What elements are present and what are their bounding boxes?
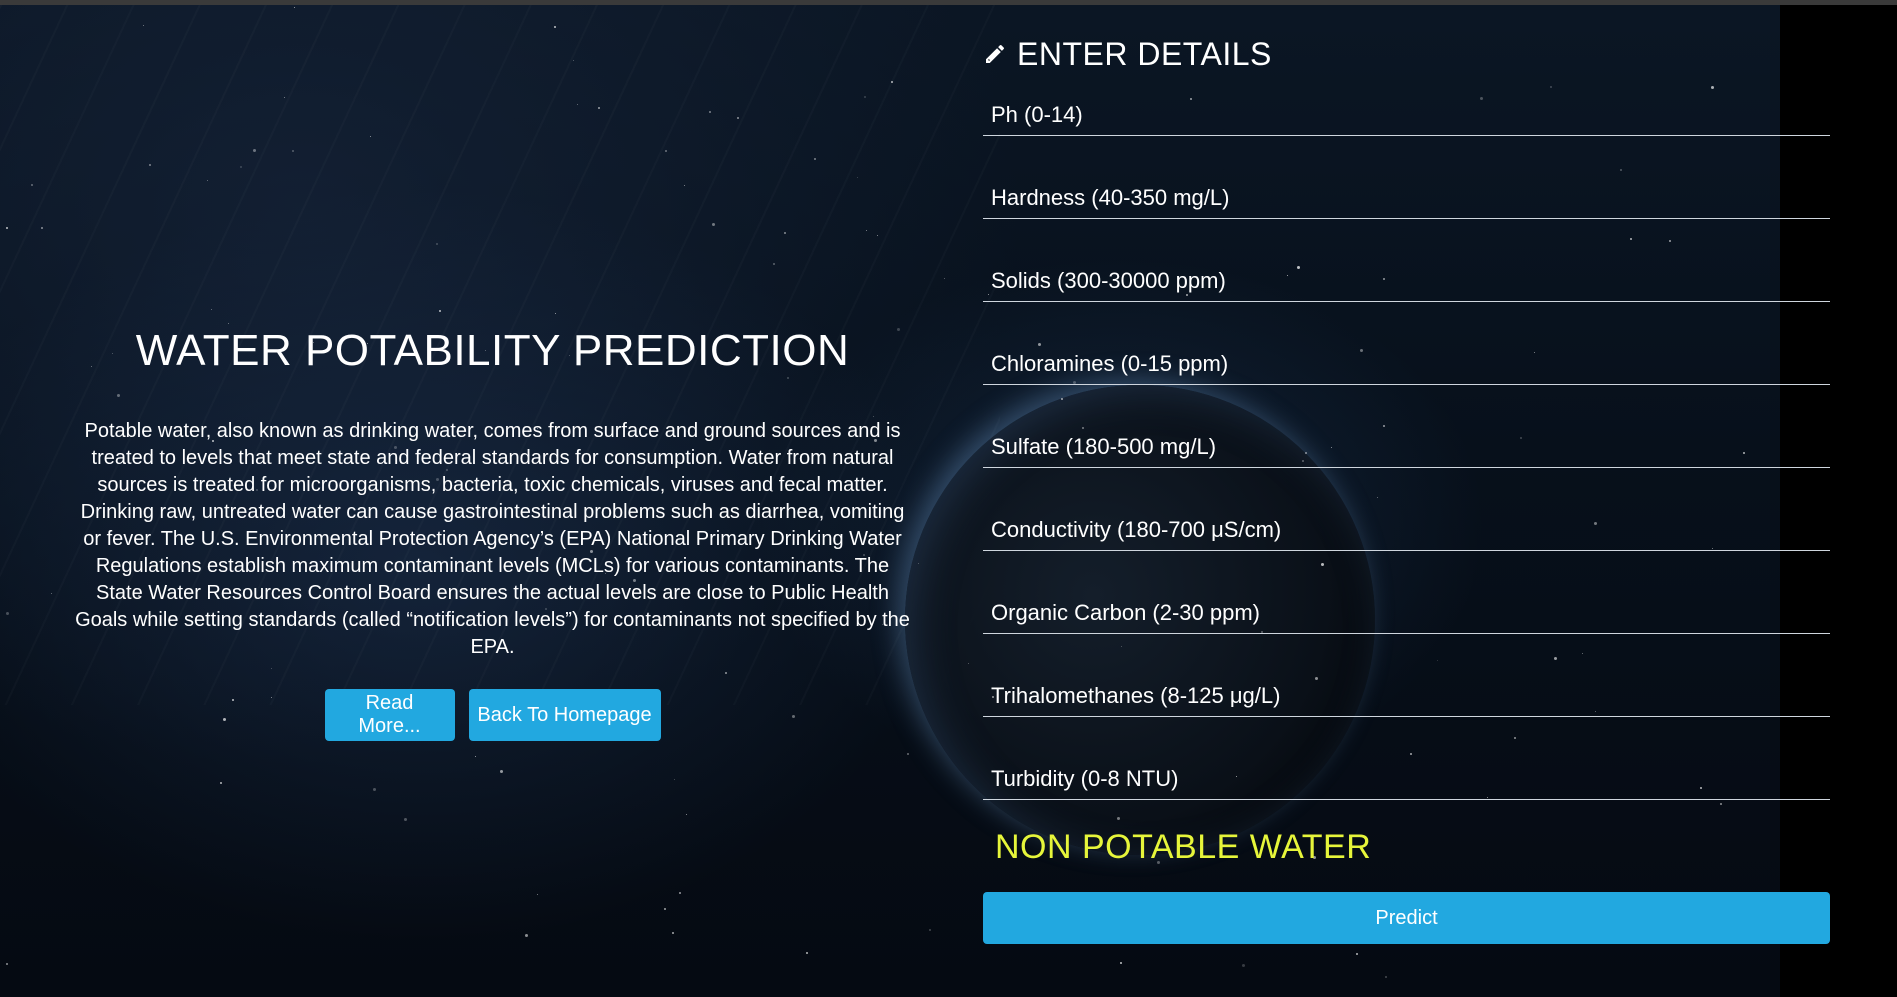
star: [679, 892, 681, 894]
star: [370, 136, 371, 137]
sulfate-field: [983, 410, 1830, 468]
star: [51, 593, 52, 594]
chloramines-field: [983, 327, 1830, 385]
star: [577, 104, 578, 105]
star: [31, 184, 33, 186]
star: [211, 309, 212, 310]
star: [373, 788, 376, 791]
star: [918, 563, 919, 564]
star: [537, 894, 538, 895]
star: [814, 158, 816, 160]
chloramines-input[interactable]: [983, 344, 1830, 384]
prediction-result: NON POTABLE WATER: [995, 828, 1372, 866]
star: [1242, 964, 1245, 967]
star: [709, 111, 711, 113]
star: [149, 164, 151, 166]
star: [220, 782, 222, 784]
conductivity-input[interactable]: [983, 510, 1830, 550]
star: [737, 117, 739, 119]
solids-field: [983, 244, 1830, 302]
star: [292, 150, 294, 152]
star: [784, 232, 786, 234]
star: [6, 612, 9, 615]
back-to-homepage-button[interactable]: Back To Homepage: [468, 689, 661, 741]
organic-carbon-field: [983, 576, 1830, 634]
turbidity-input[interactable]: [983, 759, 1830, 799]
star: [968, 663, 969, 664]
star: [684, 185, 685, 186]
prediction-form: ENTER DETAILS NON POTABLE WATER Predict: [983, 30, 1830, 944]
star: [891, 81, 893, 83]
predict-button[interactable]: Predict: [983, 892, 1830, 944]
pencil-icon: [986, 44, 1005, 63]
form-heading: ENTER DETAILS: [983, 30, 1830, 78]
star: [284, 97, 285, 98]
trihalomethanes-input[interactable]: [983, 676, 1830, 716]
hardness-input[interactable]: [983, 178, 1830, 218]
star: [598, 107, 600, 109]
star: [773, 263, 775, 265]
intro-button-row: Read More... Back To Homepage: [70, 689, 915, 741]
star: [929, 929, 931, 931]
star: [712, 223, 715, 226]
star: [944, 278, 945, 279]
star: [857, 177, 858, 178]
star: [294, 7, 295, 8]
page-title: WATER POTABILITY PREDICTION: [135, 326, 850, 375]
star: [240, 166, 242, 168]
star: [41, 227, 43, 229]
star: [866, 230, 867, 231]
star: [665, 150, 667, 152]
form-heading-text: ENTER DETAILS: [1017, 35, 1272, 72]
star: [1120, 962, 1122, 964]
star: [877, 235, 878, 236]
hardness-field: [983, 161, 1830, 219]
turbidity-field: [983, 742, 1830, 800]
organic-carbon-input[interactable]: [983, 593, 1830, 633]
star: [907, 753, 909, 755]
conductivity-field: [983, 493, 1830, 551]
star: [500, 770, 503, 773]
read-more-button[interactable]: Read More...: [324, 689, 455, 741]
ph-field: [983, 78, 1830, 136]
star: [436, 243, 438, 245]
star: [6, 227, 8, 229]
star: [864, 96, 866, 98]
star: [806, 952, 808, 954]
intro-section: WATER POTABILITY PREDICTION Potable wate…: [70, 320, 915, 741]
star: [439, 310, 441, 312]
star: [404, 818, 407, 821]
intro-description: Potable water, also known as drinking wa…: [75, 420, 910, 658]
star: [253, 149, 256, 152]
ph-input[interactable]: [983, 95, 1830, 135]
star: [672, 932, 674, 934]
star: [525, 934, 528, 937]
star: [573, 60, 574, 61]
sulfate-input[interactable]: [983, 427, 1830, 467]
star: [207, 180, 208, 181]
star: [664, 908, 666, 910]
star: [143, 25, 144, 26]
star: [554, 26, 556, 28]
star: [475, 756, 476, 757]
star: [555, 313, 556, 314]
star: [1385, 976, 1387, 978]
star: [6, 963, 8, 965]
star: [686, 814, 687, 815]
star: [1356, 953, 1358, 955]
trihalomethanes-field: [983, 659, 1830, 717]
solids-input[interactable]: [983, 261, 1830, 301]
star: [674, 779, 675, 780]
